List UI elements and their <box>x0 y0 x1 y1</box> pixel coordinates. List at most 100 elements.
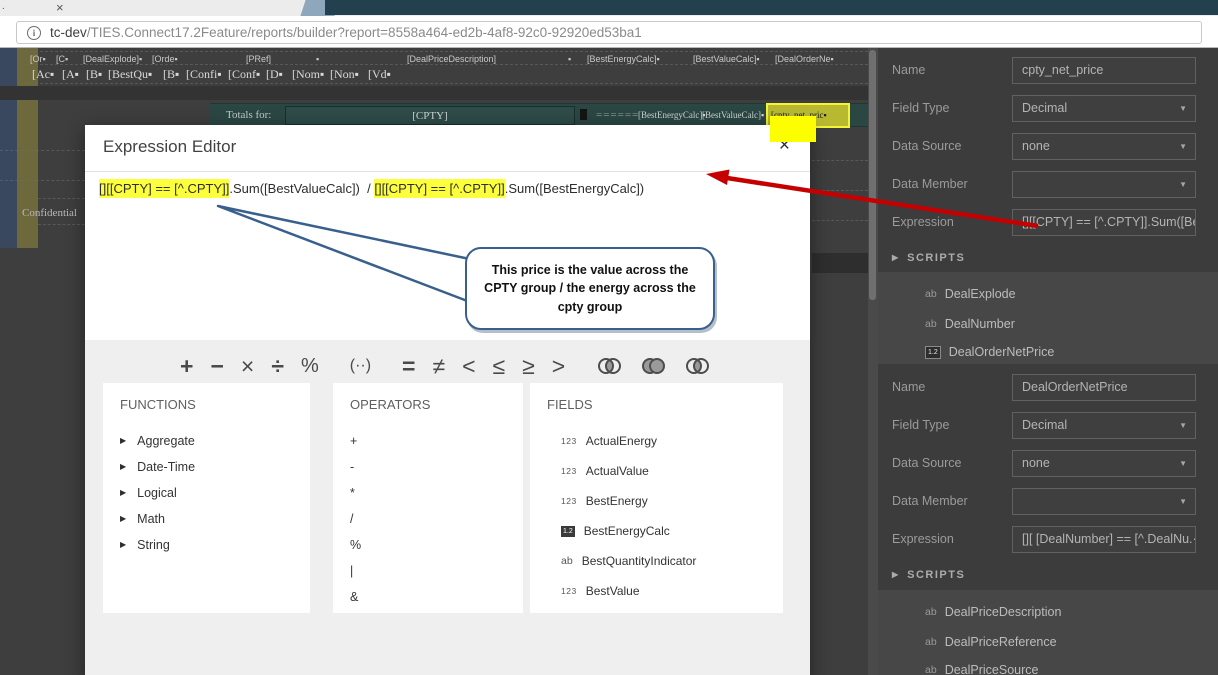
less-than-button[interactable]: < <box>462 352 475 380</box>
expand-icon[interactable]: ▶ <box>120 462 126 471</box>
designer-field-cell[interactable]: [DealExplode]▪ <box>83 54 142 64</box>
screen: . × tc-dev/TIES.Connect17.2Feature/repor… <box>0 0 1218 675</box>
cpty-cell[interactable]: [CPTY] <box>285 106 575 125</box>
numeric-field-icon: 123 <box>561 496 577 506</box>
designer-field-cell[interactable]: [DealOrderNe▪ <box>775 54 834 64</box>
operator-item[interactable]: * <box>350 480 506 506</box>
designer-scrollbar[interactable] <box>868 48 878 675</box>
operator-item[interactable]: % <box>350 532 506 558</box>
script-item[interactable]: ab DealPriceDescription <box>925 602 1061 622</box>
field-item[interactable]: 123ActualValue <box>561 456 766 486</box>
field-type-select[interactable]: Decimal <box>1012 412 1196 439</box>
designer-field-cell[interactable]: [Nom▪ <box>292 67 324 82</box>
url-box[interactable]: tc-dev/TIES.Connect17.2Feature/reports/b… <box>16 21 1202 44</box>
tab-close-icon[interactable]: × <box>56 0 64 15</box>
scripts-section-header[interactable]: SCRIPTS <box>892 252 965 264</box>
venn-except-icon[interactable] <box>684 356 711 376</box>
expand-icon[interactable]: ▶ <box>120 540 126 549</box>
designer-field-cell[interactable]: [B▪ <box>163 67 179 82</box>
numeric-field-icon: 123 <box>561 586 577 596</box>
script-item-selected[interactable]: 1.2 DealOrderNetPrice <box>925 342 1054 362</box>
divide-button[interactable]: ÷ <box>271 352 284 380</box>
function-category[interactable]: ▶ Date-Time <box>120 454 293 480</box>
scripts-section-header[interactable]: SCRIPTS <box>892 569 965 581</box>
designer-field-cell[interactable]: [DealPriceDescription] <box>407 54 496 64</box>
designer-field-cell[interactable]: [Confi▪ <box>186 67 222 82</box>
script-item[interactable]: ab DealNumber <box>925 314 1015 334</box>
function-category[interactable]: ▶Logical <box>120 480 293 506</box>
expand-icon[interactable]: ▶ <box>120 514 126 523</box>
field-item[interactable]: abBestQuantityIndicator <box>561 546 766 576</box>
designer-field-cell[interactable]: [A▪ <box>62 67 79 82</box>
venn-union-icon[interactable] <box>640 356 667 376</box>
operator-item[interactable]: / <box>350 506 506 532</box>
equals-marks: ====== <box>596 109 639 121</box>
equals-button[interactable]: = <box>402 352 415 380</box>
designer-field-cell[interactable]: [Ac▪ <box>32 67 54 82</box>
less-equal-button[interactable]: ≤ <box>493 352 506 380</box>
designer-left-margin <box>0 48 17 248</box>
script-item[interactable]: ab DealPriceSource <box>925 660 1038 675</box>
function-category[interactable]: ▶Aggregate <box>120 428 293 454</box>
multiply-button[interactable]: × <box>241 352 254 380</box>
grid-line <box>38 198 85 199</box>
greater-equal-button[interactable]: ≥ <box>522 352 535 380</box>
data-source-select[interactable]: none <box>1012 133 1196 160</box>
designer-field-cell[interactable]: ▪ <box>316 54 319 64</box>
field-item[interactable]: 1.2BestEnergyCalc <box>561 516 766 546</box>
designer-field-cell[interactable]: [Non▪ <box>330 67 359 82</box>
scrollbar-thumb[interactable] <box>869 50 876 300</box>
designer-field-cell[interactable]: [Conf▪ <box>228 67 260 82</box>
operator-item[interactable]: | <box>350 558 506 584</box>
operator-item[interactable]: + <box>350 428 506 454</box>
expression-text[interactable]: [][[CPTY] == [^.CPTY]].Sum([BestValueCal… <box>85 172 810 205</box>
designer-field-cell[interactable]: ▪ <box>568 54 571 64</box>
designer-field-cell[interactable]: [D▪ <box>266 67 283 82</box>
percent-button[interactable]: % <box>301 352 319 380</box>
field-item[interactable]: 123BestEnergy <box>561 486 766 516</box>
plus-button[interactable]: + <box>180 352 193 380</box>
designer-field-cell[interactable]: [B▪ <box>86 67 102 82</box>
designer-field-cell[interactable]: [Orde▪ <box>152 54 178 64</box>
grid-line <box>25 83 868 84</box>
data-member-select[interactable] <box>1012 171 1196 198</box>
info-icon[interactable] <box>27 26 41 40</box>
field-item-label: BestQuantityIndicator <box>582 554 697 568</box>
greater-than-button[interactable]: > <box>552 352 565 380</box>
designer-field-cell[interactable]: [PRef] <box>246 54 271 64</box>
string-field-icon: ab <box>925 318 937 330</box>
name-input[interactable]: DealOrderNetPrice <box>1012 374 1196 401</box>
expression-input[interactable]: [][[CPTY] == [^.CPTY]].Sum([Bes.··· <box>1012 209 1196 236</box>
function-category[interactable]: ▶Math <box>120 506 293 532</box>
script-item[interactable]: ab DealPriceReference <box>925 632 1057 652</box>
expand-icon[interactable]: ▶ <box>120 488 126 497</box>
field-item[interactable]: 123ActualEnergy <box>561 426 766 456</box>
operator-item[interactable]: & <box>350 584 506 610</box>
designer-field-cell[interactable]: [Vd▪ <box>368 67 391 82</box>
designer-field-cell[interactable]: [BestQu▪ <box>108 67 152 82</box>
expand-icon[interactable]: ▶ <box>120 436 126 445</box>
parentheses-button[interactable]: (··) <box>350 352 371 380</box>
script-item[interactable]: ab DealExplode <box>925 284 1016 304</box>
best-value-calc-cell[interactable]: [BestValueCalc]▪ <box>702 110 764 120</box>
expression-input[interactable]: [][ [DealNumber] == [^.DealNu.··· <box>1012 526 1196 553</box>
fields-header: FIELDS <box>547 397 766 412</box>
numeric-field-icon: 123 <box>561 466 577 476</box>
not-equals-button[interactable]: ≠ <box>432 352 445 380</box>
expression-segment: .Sum([BestEnergyCalc]) <box>505 181 644 196</box>
function-category-label: Date-Time <box>137 460 195 474</box>
designer-field-cell[interactable]: [C▪ <box>56 54 68 64</box>
name-input[interactable]: cpty_net_price <box>1012 57 1196 84</box>
designer-field-cell[interactable]: [BestValueCalc]▪ <box>693 54 760 64</box>
field-item[interactable]: 123BestValue <box>561 576 766 606</box>
venn-intersect-icon[interactable] <box>596 356 623 376</box>
designer-field-cell[interactable]: [Or▪ <box>30 54 46 64</box>
data-source-select[interactable]: none <box>1012 450 1196 477</box>
field-type-select[interactable]: Decimal <box>1012 95 1196 122</box>
function-category[interactable]: ▶String <box>120 532 293 558</box>
minus-button[interactable]: − <box>210 352 223 380</box>
designer-field-cell[interactable]: [BestEnergyCalc]▪ <box>587 54 660 64</box>
best-energy-calc-cell[interactable]: [BestEnergyCalc]▪ <box>638 110 706 120</box>
operator-item[interactable]: - <box>350 454 506 480</box>
data-member-select[interactable] <box>1012 488 1196 515</box>
